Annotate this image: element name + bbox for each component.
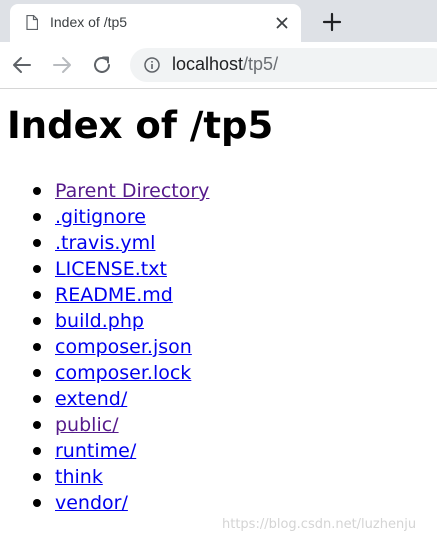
- file-link[interactable]: vendor/: [55, 492, 128, 514]
- arrow-left-icon[interactable]: [10, 53, 34, 77]
- list-item: composer.json: [0, 334, 209, 360]
- bullet-icon: [33, 499, 41, 507]
- file-link[interactable]: .travis.yml: [55, 232, 155, 254]
- file-link[interactable]: composer.lock: [55, 362, 191, 384]
- browser-toolbar: localhost/tp5/: [0, 42, 437, 89]
- file-link[interactable]: think: [55, 466, 103, 488]
- bullet-icon: [33, 369, 41, 377]
- watermark: https://blog.csdn.net/luzhenju: [222, 517, 417, 532]
- bullet-icon: [33, 213, 41, 221]
- bullet-icon: [33, 239, 41, 247]
- bullet-icon: [33, 265, 41, 273]
- close-icon[interactable]: [274, 15, 290, 31]
- file-link[interactable]: public/: [55, 414, 119, 436]
- info-icon[interactable]: [144, 57, 160, 73]
- file-link[interactable]: runtime/: [55, 440, 136, 462]
- bullet-icon: [33, 317, 41, 325]
- file-link[interactable]: extend/: [55, 388, 127, 410]
- url-path: /tp5/: [243, 54, 279, 74]
- list-item: LICENSE.txt: [0, 256, 209, 282]
- list-item: extend/: [0, 386, 209, 412]
- address-bar[interactable]: localhost/tp5/: [130, 48, 437, 82]
- list-item: runtime/: [0, 438, 209, 464]
- list-item: vendor/: [0, 490, 209, 516]
- list-item: public/: [0, 412, 209, 438]
- list-item: build.php: [0, 308, 209, 334]
- file-link[interactable]: build.php: [55, 310, 144, 332]
- file-link[interactable]: README.md: [55, 284, 173, 306]
- directory-listing: Parent Directory .gitignore .travis.yml LIC…: [0, 178, 209, 516]
- list-item: Parent Directory: [0, 178, 209, 204]
- bullet-icon: [33, 447, 41, 455]
- file-link[interactable]: .gitignore: [55, 206, 146, 228]
- bullet-icon: [33, 343, 41, 351]
- page-title: Index of /tp5: [7, 104, 274, 147]
- url-text[interactable]: localhost/tp5/: [172, 54, 278, 75]
- url-host: localhost: [172, 54, 244, 74]
- list-item: composer.lock: [0, 360, 209, 386]
- parent-directory-link[interactable]: Parent Directory: [55, 180, 209, 202]
- bullet-icon: [33, 421, 41, 429]
- bullet-icon: [33, 291, 41, 299]
- bullet-icon: [33, 473, 41, 481]
- tab-title: Index of /tp5: [50, 14, 128, 30]
- list-item: README.md: [0, 282, 209, 308]
- page-content: Index of /tp5 Parent Directory .gitignore…: [0, 89, 437, 546]
- arrow-right-icon[interactable]: [50, 53, 74, 77]
- file-link[interactable]: composer.json: [55, 336, 192, 358]
- browser-tab[interactable]: Index of /tp5: [10, 4, 301, 42]
- list-item: .gitignore: [0, 204, 209, 230]
- file-link[interactable]: LICENSE.txt: [55, 258, 167, 280]
- bullet-icon: [33, 395, 41, 403]
- reload-icon[interactable]: [90, 53, 114, 77]
- tab-strip: Index of /tp5: [0, 0, 437, 42]
- list-item: .travis.yml: [0, 230, 209, 256]
- plus-icon[interactable]: [321, 11, 343, 33]
- bullet-icon: [33, 187, 41, 195]
- document-icon: [26, 15, 38, 30]
- list-item: think: [0, 464, 209, 490]
